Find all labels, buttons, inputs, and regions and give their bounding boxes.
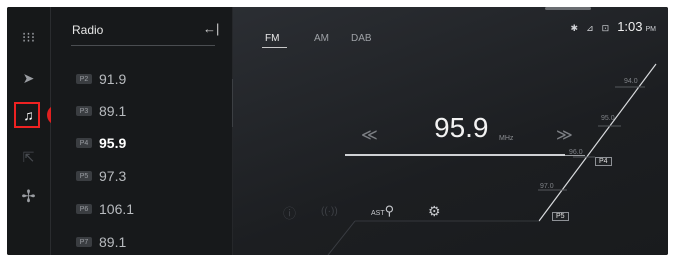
preset-frequency: 106.1 [99, 201, 135, 217]
panel-divider [71, 45, 215, 46]
apps-grid-icon[interactable]: ⁝⁝⁝ [7, 21, 50, 53]
collapse-panel-icon[interactable]: ←| [203, 21, 219, 36]
preset-item[interactable]: P3 89.1 [76, 103, 126, 119]
radio-screen: ⁝⁝⁝ ➤ ♫ ⇱ ✢ A Radio ←| P2 91.9 P3 89.1 P… [7, 7, 668, 255]
dial-tick-label: 94.0 [624, 78, 638, 85]
dial-preset-marker[interactable]: P4 [595, 157, 612, 166]
preset-item[interactable]: P5 97.3 [76, 168, 126, 184]
dial-tick-label: 95.0 [601, 115, 615, 122]
tuning-slider[interactable] [345, 154, 585, 156]
preset-frequency: 97.3 [99, 168, 127, 184]
broadcast-icon[interactable]: ((·)) [321, 206, 338, 217]
preset-tag: P4 [76, 138, 92, 148]
preset-frequency: 89.1 [99, 234, 127, 250]
preset-tag: P3 [76, 106, 92, 116]
dial-tick-label: 97.0 [540, 183, 554, 190]
preset-tag: P5 [76, 171, 92, 181]
info-icon[interactable]: ⓘ [283, 203, 296, 222]
left-rail: ⁝⁝⁝ ➤ ♫ ⇱ ✢ [7, 7, 51, 255]
preset-frequency: 95.9 [99, 135, 127, 151]
fan-icon[interactable]: ✢ [7, 181, 50, 213]
preset-item-active[interactable]: P4 95.9 [76, 135, 126, 151]
preset-item[interactable]: P6 106.1 [76, 201, 134, 217]
preset-item[interactable]: P2 91.9 [76, 71, 126, 87]
seek-forward-icon[interactable]: ≫ [556, 125, 573, 145]
frequency-unit: MHz [499, 135, 514, 142]
preset-frequency: 89.1 [99, 103, 127, 119]
dial-preset-marker[interactable]: P5 [552, 212, 569, 221]
phone-exit-icon[interactable]: ⇱ [7, 141, 50, 173]
panel-title: Radio [72, 23, 104, 37]
preset-tag: P6 [76, 204, 92, 214]
autostore-search-icon[interactable]: AST⚲ [371, 203, 394, 219]
navigation-icon[interactable]: ➤ [7, 62, 50, 94]
seek-back-icon[interactable]: ≪ [361, 125, 378, 145]
preset-tag: P7 [76, 237, 92, 247]
current-frequency: 95.9 [434, 112, 489, 143]
preset-item[interactable]: P7 89.1 [76, 234, 126, 250]
preset-tag: P2 [76, 74, 92, 84]
tuner-area: FM AM DAB ✱ ⊿ ⊡ 1:03 PM 94.0 95.0 96.0 9… [233, 7, 668, 255]
preset-frequency: 91.9 [99, 71, 127, 87]
music-highlight-box [14, 102, 40, 128]
settings-gear-icon[interactable]: ⚙ [428, 203, 441, 220]
preset-panel: Radio ←| P2 91.9 P3 89.1 P4 95.9 P5 97.3… [51, 7, 233, 255]
